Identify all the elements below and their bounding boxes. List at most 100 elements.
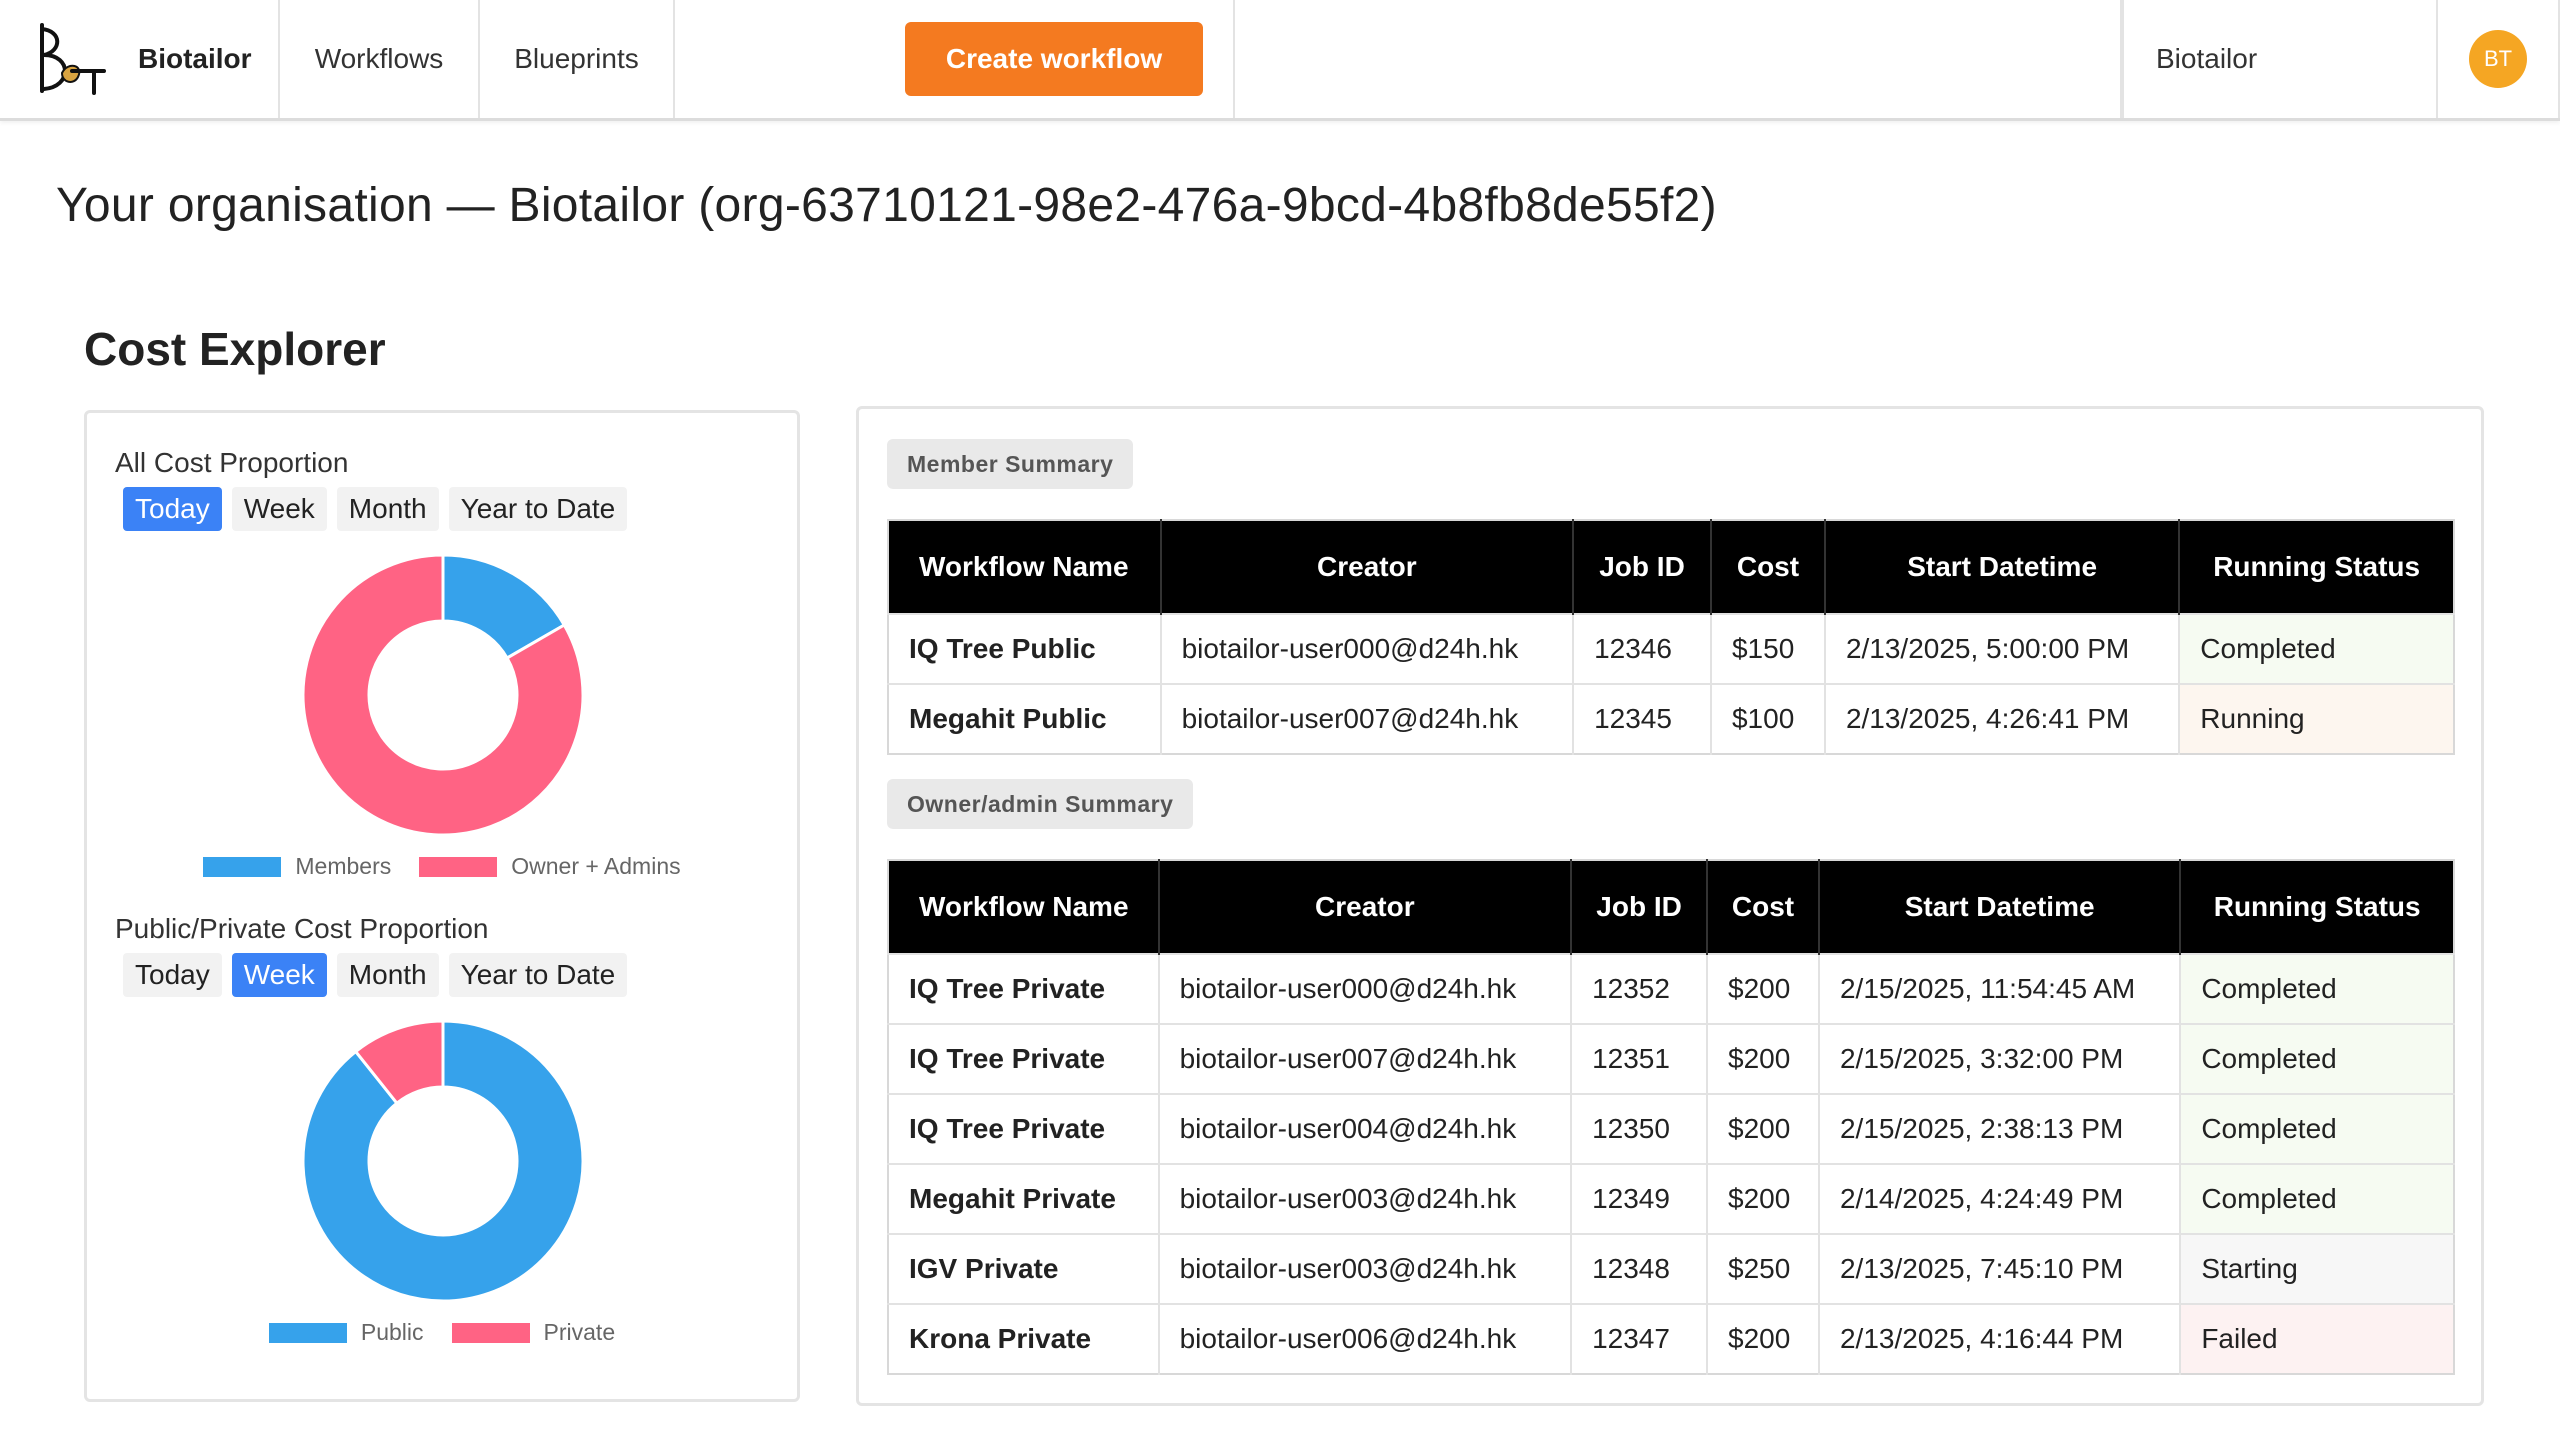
cost-cell: $200: [1707, 1093, 1820, 1164]
col-header-job-id[interactable]: Job ID: [1571, 860, 1709, 954]
public-private-tab-week[interactable]: Week: [231, 953, 327, 997]
all-cost-tab-ytd[interactable]: Year to Date: [448, 487, 628, 531]
user-avatar[interactable]: BT: [2469, 30, 2527, 88]
col-header-creator[interactable]: Creator: [1160, 520, 1575, 614]
col-header-running-status[interactable]: Running Status: [2180, 860, 2454, 954]
start-datetime-cell: 2/13/2025, 4:16:44 PM: [1818, 1303, 2182, 1374]
legend-label-members: Members: [295, 853, 392, 879]
member-summary-body: IQ Tree Public biotailor-user000@d24h.hk 1…: [888, 613, 2454, 754]
col-header-cost[interactable]: Cost: [1710, 520, 1826, 614]
running-status-cell: Starting: [2180, 1233, 2454, 1304]
avatar-cell: BT: [2438, 0, 2560, 118]
col-header-creator[interactable]: Creator: [1158, 860, 1573, 954]
col-header-workflow-name[interactable]: Workflow Name: [888, 520, 1162, 614]
creator-cell: biotailor-user006@d24h.hk: [1158, 1303, 1573, 1374]
all-cost-tab-month[interactable]: Month: [336, 487, 439, 531]
job-id-cell: 12349: [1571, 1163, 1709, 1234]
owner-admin-summary-table: Workflow Name Creator Job ID Cost Start …: [887, 859, 2455, 1375]
cost-cell: $150: [1710, 613, 1826, 684]
start-datetime-cell: 2/14/2025, 4:24:49 PM: [1818, 1163, 2182, 1234]
job-id-cell: 12350: [1571, 1093, 1709, 1164]
table-row[interactable]: Krona Private biotailor-user006@d24h.hk 12…: [888, 1303, 2454, 1374]
public-private-range-tabs: Today Week Month Year to Date: [123, 953, 628, 997]
legend-item-private[interactable]: Private: [451, 1319, 615, 1346]
brand-name: Biotailor: [138, 43, 252, 74]
public-private-tab-today[interactable]: Today: [123, 953, 222, 997]
legend-swatch-public: [268, 1322, 347, 1343]
create-workflow-button[interactable]: Create workflow: [905, 22, 1203, 96]
table-row[interactable]: IGV Private biotailor-user003@d24h.hk 1234…: [888, 1233, 2454, 1304]
all-cost-tab-week[interactable]: Week: [231, 487, 327, 531]
col-header-start-datetime[interactable]: Start Datetime: [1824, 520, 2181, 614]
table-row[interactable]: IQ Tree Public biotailor-user000@d24h.hk 1…: [888, 613, 2454, 684]
cost-cell: $100: [1710, 683, 1826, 754]
member-summary-table: Workflow Name Creator Job ID Cost Start …: [887, 519, 2455, 755]
running-status-cell: Completed: [2180, 1163, 2454, 1234]
workflow-name-cell: IQ Tree Private: [888, 953, 1160, 1024]
start-datetime-cell: 2/13/2025, 7:45:10 PM: [1818, 1233, 2182, 1304]
job-id-cell: 12351: [1571, 1023, 1709, 1094]
creator-cell: biotailor-user000@d24h.hk: [1158, 953, 1573, 1024]
summary-panel: Member Summary Workflow Name Creator Job…: [856, 406, 2484, 1406]
workflow-name-cell: Krona Private: [888, 1303, 1160, 1374]
col-header-job-id[interactable]: Job ID: [1573, 520, 1712, 614]
public-private-donut[interactable]: [301, 1019, 585, 1303]
cost-cell: $200: [1707, 953, 1820, 1024]
org-switcher[interactable]: Biotailor: [2122, 0, 2438, 118]
public-private-legend: Public Private: [87, 1319, 797, 1346]
col-header-cost[interactable]: Cost: [1707, 860, 1820, 954]
navbar-spacer: [1235, 0, 2122, 118]
running-status-cell: Failed: [2180, 1303, 2454, 1374]
legend-item-members[interactable]: Members: [203, 853, 391, 880]
public-private-tab-month[interactable]: Month: [336, 953, 439, 997]
start-datetime-cell: 2/15/2025, 11:54:45 AM: [1818, 953, 2182, 1024]
owner-admin-summary-label: Owner/admin Summary: [887, 779, 1194, 829]
creator-cell: biotailor-user004@d24h.hk: [1158, 1093, 1573, 1164]
job-id-cell: 12352: [1571, 953, 1709, 1024]
table-row[interactable]: Megahit Private biotailor-user003@d24h.hk…: [888, 1163, 2454, 1234]
all-cost-donut[interactable]: [301, 553, 585, 837]
cost-cell: $200: [1707, 1023, 1820, 1094]
member-summary-header-row: Workflow Name Creator Job ID Cost Start …: [888, 520, 2454, 614]
brand[interactable]: Biotailor: [0, 0, 280, 118]
job-id-cell: 12348: [1571, 1233, 1709, 1304]
start-datetime-cell: 2/13/2025, 5:00:00 PM: [1824, 613, 2181, 684]
table-row[interactable]: IQ Tree Private biotailor-user004@d24h.hk…: [888, 1093, 2454, 1164]
creator-cell: biotailor-user007@d24h.hk: [1160, 683, 1575, 754]
running-status-cell: Running: [2179, 683, 2454, 754]
legend-item-owner-admins[interactable]: Owner + Admins: [419, 853, 681, 880]
running-status-cell: Completed: [2180, 953, 2454, 1024]
workflow-name-cell: IQ Tree Public: [888, 613, 1162, 684]
job-id-cell: 12346: [1573, 613, 1712, 684]
all-cost-tab-today[interactable]: Today: [123, 487, 222, 531]
cost-explorer-title: Cost Explorer: [84, 323, 386, 375]
running-status-cell: Completed: [2179, 613, 2454, 684]
start-datetime-cell: 2/15/2025, 2:38:13 PM: [1818, 1093, 2182, 1164]
cost-cell: $200: [1707, 1163, 1820, 1234]
nav-workflows-link[interactable]: Workflows: [280, 0, 480, 118]
member-summary-header: Workflow Name Creator Job ID Cost Start …: [888, 520, 2454, 614]
start-datetime-cell: 2/15/2025, 3:32:00 PM: [1818, 1023, 2182, 1094]
owner-summary-header: Workflow Name Creator Job ID Cost Start …: [888, 860, 2454, 954]
table-row[interactable]: Megahit Public biotailor-user007@d24h.hk 1…: [888, 683, 2454, 754]
workflow-name-cell: IQ Tree Private: [888, 1023, 1160, 1094]
all-cost-label: All Cost Proportion: [115, 447, 349, 478]
workflow-name-cell: IGV Private: [888, 1233, 1160, 1304]
member-summary-label: Member Summary: [887, 439, 1134, 489]
col-header-start-datetime[interactable]: Start Datetime: [1818, 860, 2182, 954]
workflow-name-cell: Megahit Private: [888, 1163, 1160, 1234]
col-header-workflow-name[interactable]: Workflow Name: [888, 860, 1160, 954]
owner-summary-header-row: Workflow Name Creator Job ID Cost Start …: [888, 860, 2454, 954]
creator-cell: biotailor-user007@d24h.hk: [1158, 1023, 1573, 1094]
create-workflow-cell: Create workflow: [675, 0, 1235, 118]
nav-blueprints-link[interactable]: Blueprints: [480, 0, 675, 118]
page-title: Your organisation — Biotailor (org-63710…: [56, 179, 1717, 232]
table-row[interactable]: IQ Tree Private biotailor-user007@d24h.hk…: [888, 1023, 2454, 1094]
job-id-cell: 12347: [1571, 1303, 1709, 1374]
col-header-running-status[interactable]: Running Status: [2179, 520, 2454, 614]
public-private-tab-ytd[interactable]: Year to Date: [448, 953, 628, 997]
table-row[interactable]: IQ Tree Private biotailor-user000@d24h.hk…: [888, 953, 2454, 1024]
biotailor-logo-icon: [40, 23, 106, 95]
start-datetime-cell: 2/13/2025, 4:26:41 PM: [1824, 683, 2181, 754]
legend-item-public[interactable]: Public: [268, 1319, 424, 1346]
